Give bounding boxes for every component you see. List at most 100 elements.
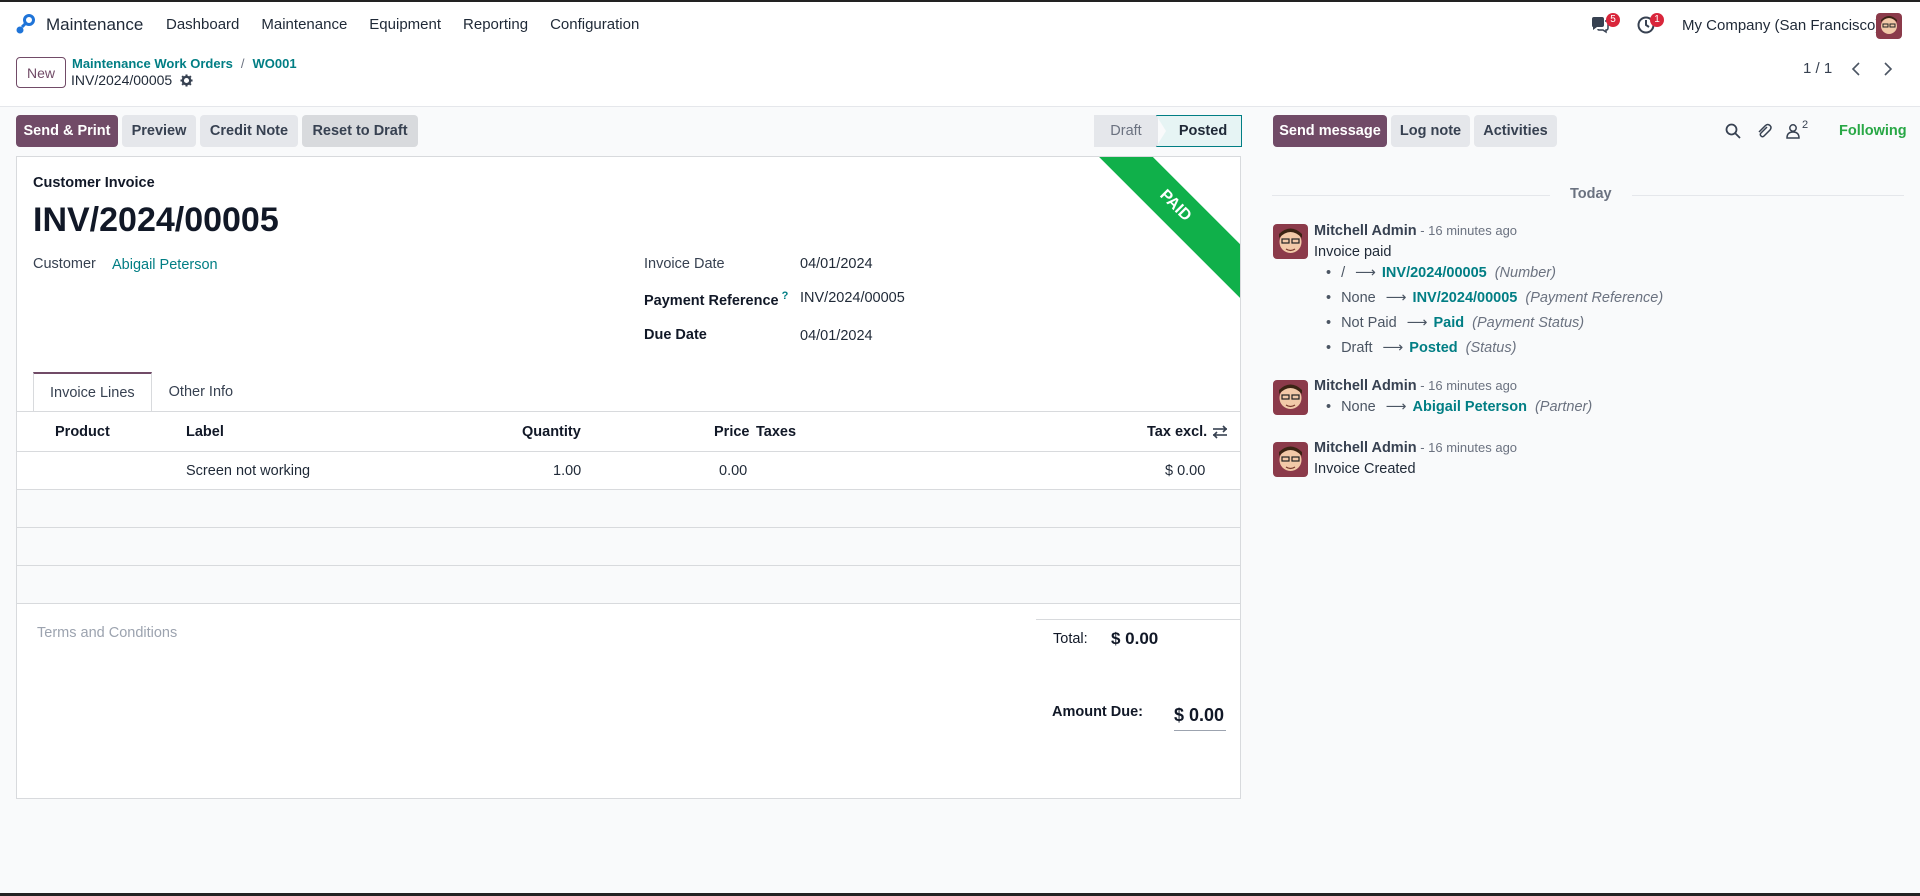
paid-ribbon: PAID bbox=[1073, 157, 1240, 308]
followers-count: 2 bbox=[1802, 119, 1809, 131]
main-menu: Dashboard Maintenance Equipment Reportin… bbox=[166, 16, 661, 33]
total-value: $ 0.00 bbox=[1111, 629, 1159, 648]
status-bar: Draft Posted bbox=[1094, 115, 1242, 147]
help-icon[interactable]: ? bbox=[782, 290, 789, 302]
invoice-date-label: Invoice Date bbox=[644, 256, 725, 272]
following-button[interactable]: Following bbox=[1839, 123, 1907, 139]
table-header: Product Label Quantity Price Taxes Tax e… bbox=[17, 412, 1240, 452]
activities-badge: 1 bbox=[1650, 13, 1664, 27]
tracking-old-value: / bbox=[1341, 265, 1346, 281]
tracking-item: • None ⟶ Abigail Peterson (Partner) bbox=[1326, 399, 1593, 415]
tracking-old-value: Draft bbox=[1341, 340, 1373, 356]
menu-reporting[interactable]: Reporting bbox=[463, 16, 528, 33]
avatar[interactable] bbox=[1273, 380, 1308, 415]
tracking-old-value: None bbox=[1341, 290, 1376, 306]
status-draft[interactable]: Draft bbox=[1094, 115, 1158, 147]
tracking-field: (Payment Status) bbox=[1472, 315, 1585, 331]
message-timestamp: - 16 minutes ago bbox=[1416, 223, 1518, 238]
author-name[interactable]: Mitchell Admin bbox=[1314, 378, 1417, 394]
cell-quantity[interactable]: 1.00 bbox=[553, 463, 581, 479]
breadcrumb: Maintenance Work Orders / WO001 bbox=[72, 56, 297, 71]
totals-divider bbox=[1036, 619, 1240, 620]
tab-other-info[interactable]: Other Info bbox=[152, 372, 250, 412]
user-avatar[interactable] bbox=[1876, 13, 1902, 39]
search-icon[interactable] bbox=[1724, 122, 1742, 140]
followers-icon[interactable] bbox=[1784, 122, 1802, 140]
payment-reference-label-text: Payment Reference bbox=[644, 292, 779, 309]
avatar[interactable] bbox=[1273, 442, 1308, 477]
menu-equipment[interactable]: Equipment bbox=[369, 16, 441, 33]
company-switcher[interactable]: My Company (San Francisco) bbox=[1682, 17, 1880, 34]
tracking-item: • Not Paid ⟶ Paid (Payment Status) bbox=[1326, 315, 1585, 331]
send-message-button[interactable]: Send message bbox=[1273, 115, 1387, 147]
top-navbar: Maintenance Dashboard Maintenance Equipm… bbox=[0, 2, 1920, 48]
tab-invoice-lines[interactable]: Invoice Lines bbox=[33, 372, 152, 412]
column-quantity[interactable]: Quantity bbox=[522, 424, 581, 440]
tracking-item: • Draft ⟶ Posted (Status) bbox=[1326, 340, 1517, 356]
table-row[interactable]: Screen not working 1.00 0.00 $ 0.00 bbox=[17, 452, 1240, 490]
menu-maintenance[interactable]: Maintenance bbox=[261, 16, 347, 33]
amount-due-underline bbox=[1174, 730, 1226, 731]
activities-button[interactable]: Activities bbox=[1474, 115, 1557, 147]
pager-previous-button[interactable] bbox=[1842, 56, 1870, 82]
breadcrumb-wo001[interactable]: WO001 bbox=[253, 56, 297, 71]
column-price[interactable]: Price bbox=[714, 424, 749, 440]
author-name[interactable]: Mitchell Admin bbox=[1314, 223, 1417, 239]
column-product[interactable]: Product bbox=[55, 424, 110, 440]
document-type: Customer Invoice bbox=[33, 175, 155, 191]
breadcrumb-separator: / bbox=[240, 56, 245, 71]
date-separator-today: Today bbox=[1550, 186, 1632, 202]
tracking-item: • / ⟶ INV/2024/00005 (Number) bbox=[1326, 265, 1556, 281]
tracking-field: (Status) bbox=[1465, 340, 1517, 356]
cell-subtotal: $ 0.00 bbox=[1165, 463, 1206, 479]
message-author: Mitchell Admin - 16 minutes ago bbox=[1314, 440, 1517, 456]
log-note-button[interactable]: Log note bbox=[1391, 115, 1470, 147]
tracking-new-value: Posted bbox=[1409, 340, 1458, 356]
due-date-field[interactable]: 04/01/2024 bbox=[800, 328, 873, 344]
menu-dashboard[interactable]: Dashboard bbox=[166, 16, 239, 33]
notebook-tabs: Invoice Lines Other Info bbox=[33, 372, 250, 412]
column-label[interactable]: Label bbox=[186, 424, 224, 440]
pager-next-button[interactable] bbox=[1874, 56, 1902, 82]
menu-configuration[interactable]: Configuration bbox=[550, 16, 639, 33]
payment-reference-label: Payment Reference? bbox=[644, 290, 788, 309]
customer-field[interactable]: Abigail Peterson bbox=[112, 257, 218, 273]
invoice-sheet: PAID Customer Invoice INV/2024/00005 Cus… bbox=[16, 156, 1241, 799]
preview-button[interactable]: Preview bbox=[122, 115, 196, 147]
breadcrumb-work-orders[interactable]: Maintenance Work Orders bbox=[72, 56, 233, 71]
avatar[interactable] bbox=[1273, 224, 1308, 259]
tracking-new-value: Paid bbox=[1433, 315, 1465, 331]
status-posted[interactable]: Posted bbox=[1156, 115, 1242, 147]
invoice-date-field[interactable]: 04/01/2024 bbox=[800, 256, 873, 272]
cell-label[interactable]: Screen not working bbox=[186, 463, 310, 479]
author-name[interactable]: Mitchell Admin bbox=[1314, 440, 1417, 456]
empty-row bbox=[17, 528, 1240, 566]
column-tax-excl[interactable]: Tax excl. bbox=[1147, 424, 1207, 440]
invoice-lines-table: Product Label Quantity Price Taxes Tax e… bbox=[17, 412, 1240, 604]
sliders-icon[interactable] bbox=[1212, 425, 1228, 439]
gear-icon[interactable] bbox=[180, 73, 193, 87]
tracking-old-value: None bbox=[1341, 399, 1376, 415]
credit-note-button[interactable]: Credit Note bbox=[200, 115, 298, 147]
reset-to-draft-button[interactable]: Reset to Draft bbox=[302, 115, 418, 147]
messages-badge: 5 bbox=[1606, 13, 1620, 27]
tracking-item: • None ⟶ INV/2024/00005 (Payment Reference) bbox=[1326, 290, 1664, 306]
paperclip-icon[interactable] bbox=[1755, 122, 1773, 140]
tracking-new-value: INV/2024/00005 bbox=[1412, 290, 1518, 306]
pager-value[interactable]: 1 / 1 bbox=[1803, 60, 1832, 77]
send-print-button[interactable]: Send & Print bbox=[16, 115, 118, 147]
tracking-field: (Payment Reference) bbox=[1525, 290, 1664, 306]
customer-label: Customer bbox=[33, 256, 96, 272]
terms-and-conditions-field[interactable]: Terms and Conditions bbox=[37, 625, 177, 641]
tracking-field: (Partner) bbox=[1534, 399, 1593, 415]
message-timestamp: - 16 minutes ago bbox=[1416, 440, 1518, 455]
payment-reference-field[interactable]: INV/2024/00005 bbox=[800, 290, 905, 306]
tracking-field: (Number) bbox=[1494, 265, 1556, 281]
new-button[interactable]: New bbox=[16, 57, 66, 88]
column-taxes[interactable]: Taxes bbox=[756, 424, 796, 440]
cell-price[interactable]: 0.00 bbox=[719, 463, 747, 479]
app-name[interactable]: Maintenance bbox=[46, 15, 143, 35]
record-name-text: INV/2024/00005 bbox=[71, 72, 173, 88]
invoice-number: INV/2024/00005 bbox=[33, 201, 279, 239]
maintenance-app-icon[interactable] bbox=[14, 14, 36, 36]
